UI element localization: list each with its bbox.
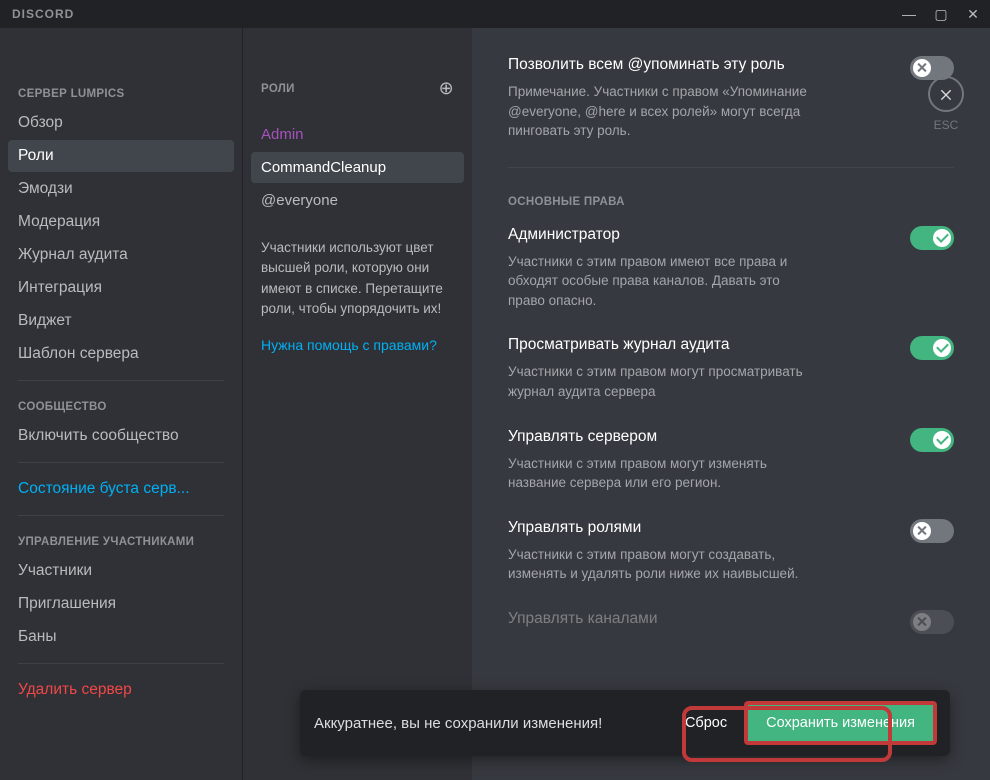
perm-desc: Участники с этим правом имеют все права …: [508, 252, 818, 311]
sidebar-item-integrations[interactable]: Интеграция: [8, 272, 234, 304]
save-changes-button[interactable]: Сохранить изменения: [745, 702, 936, 744]
sidebar-item-moderation[interactable]: Модерация: [8, 206, 234, 238]
perm-manage-roles: Управлять ролями Участники с этим правом…: [508, 519, 954, 584]
sidebar-item-delete-server[interactable]: Удалить сервер: [8, 674, 234, 706]
close-icon: [938, 86, 954, 102]
perm-manage-channels: Управлять каналами: [508, 610, 954, 636]
sidebar-item-overview[interactable]: Обзор: [8, 107, 234, 139]
toggle-view-audit-log[interactable]: [910, 336, 954, 360]
sidebar-category-community: СООБЩЕСТВО: [8, 391, 234, 419]
window-titlebar: DISCORD — ▢ ✕: [0, 0, 990, 28]
add-role-icon[interactable]: ⊕: [439, 78, 454, 99]
perm-title: Управлять сервером: [508, 428, 818, 446]
minimize-icon[interactable]: —: [900, 6, 918, 23]
perm-administrator: Администратор Участники с этим правом им…: [508, 226, 954, 311]
close-settings: ESC: [928, 76, 964, 132]
sidebar-divider: [18, 515, 224, 516]
perm-title: Позволить всем @упоминать эту роль: [508, 56, 818, 74]
perm-title: Управлять каналами: [508, 610, 657, 628]
permissions-section-title: ОСНОВНЫЕ ПРАВА: [508, 196, 954, 208]
role-item-everyone[interactable]: @everyone: [251, 185, 464, 216]
roles-reorder-hint: Участники используют цвет высшей роли, к…: [261, 238, 454, 319]
sidebar-item-server-template[interactable]: Шаблон сервера: [8, 338, 234, 370]
unsaved-message: Аккуратнее, вы не сохранили изменения!: [314, 715, 667, 732]
section-divider: [508, 167, 954, 168]
maximize-icon[interactable]: ▢: [932, 6, 950, 23]
perm-title: Просматривать журнал аудита: [508, 336, 818, 354]
close-settings-button[interactable]: [928, 76, 964, 112]
roles-list-column: РОЛИ ⊕ Admin CommandCleanup @everyone Уч…: [242, 28, 472, 780]
sidebar-item-widget[interactable]: Виджет: [8, 305, 234, 337]
sidebar-divider: [18, 380, 224, 381]
perm-desc: Участники с этим правом могут просматрив…: [508, 362, 818, 401]
perm-desc: Примечание. Участники с правом «Упоминан…: [508, 82, 818, 141]
reset-button[interactable]: Сброс: [681, 715, 731, 731]
sidebar-divider: [18, 663, 224, 664]
sidebar-divider: [18, 462, 224, 463]
toggle-manage-server[interactable]: [910, 428, 954, 452]
unsaved-changes-bar: Аккуратнее, вы не сохранили изменения! С…: [300, 690, 950, 756]
sidebar-item-bans[interactable]: Баны: [8, 621, 234, 653]
sidebar-category-server: СЕРВЕР LUMPICS: [8, 78, 234, 106]
sidebar-item-members[interactable]: Участники: [8, 555, 234, 587]
app-brand: DISCORD: [12, 7, 74, 21]
perm-desc: Участники с этим правом могут создавать,…: [508, 545, 818, 584]
toggle-manage-channels[interactable]: [910, 610, 954, 634]
perm-title: Администратор: [508, 226, 818, 244]
perm-manage-server: Управлять сервером Участники с этим прав…: [508, 428, 954, 493]
roles-header: РОЛИ ⊕: [261, 78, 454, 99]
sidebar-item-enable-community[interactable]: Включить сообщество: [8, 420, 234, 452]
toggle-administrator[interactable]: [910, 226, 954, 250]
sidebar-item-roles[interactable]: Роли: [8, 140, 234, 172]
role-item-admin[interactable]: Admin: [251, 119, 464, 150]
toggle-manage-roles[interactable]: [910, 519, 954, 543]
perm-desc: Участники с этим правом могут изменять н…: [508, 454, 818, 493]
roles-header-label: РОЛИ: [261, 83, 295, 95]
sidebar-category-member-management: УПРАВЛЕНИЕ УЧАСТНИКАМИ: [8, 526, 234, 554]
sidebar-item-invites[interactable]: Приглашения: [8, 588, 234, 620]
perm-title: Управлять ролями: [508, 519, 818, 537]
sidebar-item-boost-status[interactable]: Состояние буста серв...: [8, 473, 234, 505]
role-permissions-panel: Позволить всем @упоминать эту роль Приме…: [472, 28, 990, 780]
settings-sidebar: СЕРВЕР LUMPICS Обзор Роли Эмодзи Модерац…: [0, 28, 242, 780]
perm-allow-mention: Позволить всем @упоминать эту роль Приме…: [508, 56, 954, 141]
window-controls: — ▢ ✕: [900, 6, 982, 23]
close-window-icon[interactable]: ✕: [964, 6, 982, 23]
sidebar-item-emoji[interactable]: Эмодзи: [8, 173, 234, 205]
roles-help-link[interactable]: Нужна помощь с правами?: [261, 337, 454, 353]
role-item-commandcleanup[interactable]: CommandCleanup: [251, 152, 464, 183]
sidebar-item-audit-log[interactable]: Журнал аудита: [8, 239, 234, 271]
esc-label: ESC: [928, 118, 964, 132]
perm-view-audit-log: Просматривать журнал аудита Участники с …: [508, 336, 954, 401]
